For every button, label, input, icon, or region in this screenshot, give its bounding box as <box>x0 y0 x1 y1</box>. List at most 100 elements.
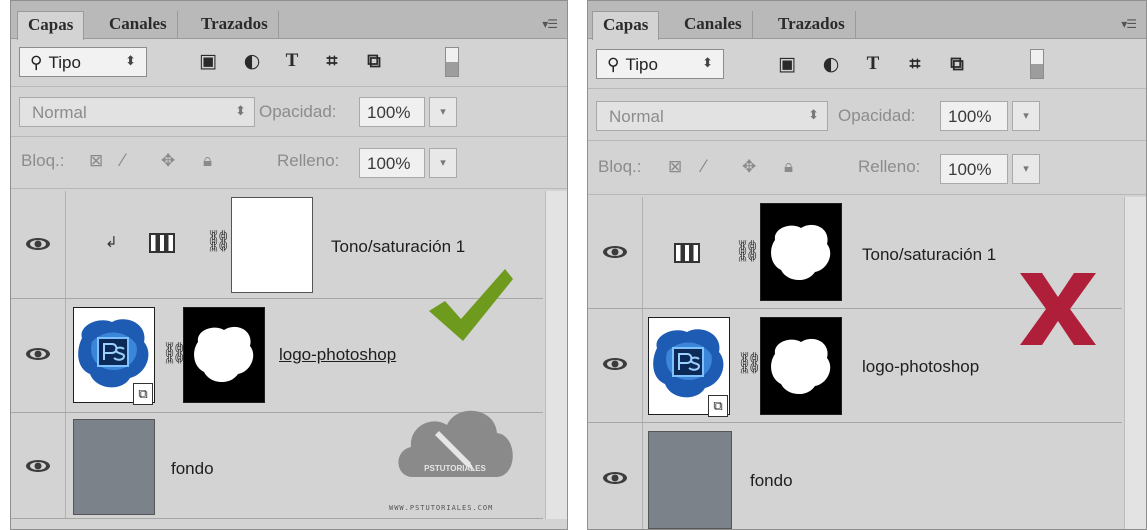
shape-filter-icon[interactable]: ⌗ <box>904 53 926 75</box>
layer-name: logo-photoshop <box>862 357 980 376</box>
tab-capas[interactable]: Capas <box>592 11 660 40</box>
filter-row: ⚲ Tipo ⬍ ▣ ◐ T ⌗ ⧉ <box>588 39 1146 89</box>
scrollbar-track[interactable] <box>545 191 567 519</box>
search-icon: ⚲ <box>607 55 620 74</box>
panel-tab-bar: Capas Canales Trazados ▾☰ <box>588 1 1146 40</box>
fill-input[interactable]: 100% <box>359 148 425 178</box>
blend-mode-value: Normal <box>609 107 664 126</box>
checkmark-icon <box>429 269 513 341</box>
eye-icon[interactable] <box>25 347 51 361</box>
blend-row: Normal ⬍ Opacidad: 100% ▾ <box>11 87 567 137</box>
select-arrows-icon: ⬍ <box>808 107 819 122</box>
kind-filter-value: Tipo <box>48 53 81 72</box>
eye-icon[interactable] <box>25 459 51 473</box>
checkmark-shape <box>429 269 513 341</box>
layers-panel-correct: Capas Canales Trazados ▾☰ ⚲ Tipo ⬍ ▣ ◐ T … <box>10 0 568 530</box>
smart-object-badge-icon: ⧉ <box>708 395 728 417</box>
layer-name: fondo <box>750 471 793 490</box>
blend-mode-value: Normal <box>32 103 87 122</box>
fill-label: Relleno: <box>277 151 340 170</box>
layer-name: Tono/saturación 1 <box>862 245 997 264</box>
visibility-column <box>588 197 643 308</box>
lock-all-icon[interactable]: 🔒︎ <box>784 157 793 177</box>
smart-object-filter-icon[interactable]: ⧉ <box>946 53 968 75</box>
search-icon: ⚲ <box>30 53 43 72</box>
opacity-label: Opacidad: <box>259 102 337 121</box>
type-filter-icon[interactable]: T <box>281 50 303 72</box>
type-filter-icon[interactable]: T <box>862 53 884 75</box>
white-layer-mask-thumbnail[interactable] <box>231 197 313 293</box>
kind-filter-value: Tipo <box>625 55 658 74</box>
chain-link-icon[interactable]: ⛓︎ <box>205 229 232 254</box>
cross-mark-icon <box>1020 273 1096 345</box>
panel-menu-icon[interactable]: ▾☰ <box>1121 17 1137 31</box>
fill-label: Relleno: <box>858 157 921 176</box>
chain-link-icon[interactable]: ⛓︎ <box>734 239 761 264</box>
adjustment-filter-icon[interactable]: ◐ <box>241 50 263 72</box>
background-thumbnail[interactable] <box>73 419 155 515</box>
background-thumbnail[interactable] <box>648 431 732 529</box>
lock-row: Bloq.: ⊠ ⁄ ✥ 🔒︎ Relleno: 100% ▾ <box>588 141 1146 195</box>
visibility-column <box>588 423 643 529</box>
smart-object-badge-icon: ⧉ <box>133 383 153 405</box>
tab-canales[interactable]: Canales <box>99 11 178 39</box>
mask-shape-image <box>771 338 831 395</box>
fill-dropdown-button[interactable]: ▾ <box>429 148 457 178</box>
kind-filter-select[interactable]: ⚲ Tipo ⬍ <box>596 49 724 79</box>
eye-icon[interactable] <box>602 245 628 259</box>
layer-row[interactable]: fondo <box>588 423 1122 529</box>
mask-shape-image <box>194 326 254 383</box>
lock-image-pixels-icon[interactable]: ⁄ <box>702 157 705 177</box>
opacity-input[interactable]: 100% <box>359 97 425 127</box>
opacity-label: Opacidad: <box>838 106 916 125</box>
layer-mask-thumbnail[interactable] <box>760 317 842 415</box>
lock-position-icon[interactable]: ✥ <box>742 157 756 177</box>
filter-toggle-switch[interactable] <box>445 47 459 77</box>
smart-object-filter-icon[interactable]: ⧉ <box>363 50 385 72</box>
blend-mode-select[interactable]: Normal ⬍ <box>596 101 828 131</box>
panel-tab-bar: Capas Canales Trazados ▾☰ <box>11 1 567 40</box>
tab-trazados[interactable]: Trazados <box>768 11 856 39</box>
tab-canales[interactable]: Canales <box>674 11 753 39</box>
visibility-column <box>11 191 66 298</box>
scrollbar-track[interactable] <box>1124 197 1146 529</box>
pixel-filter-icon[interactable]: ▣ <box>776 53 798 75</box>
chain-link-icon[interactable]: ⛓︎ <box>736 351 763 376</box>
pixel-filter-icon[interactable]: ▣ <box>197 50 219 72</box>
tab-capas[interactable]: Capas <box>17 11 85 40</box>
filter-row: ⚲ Tipo ⬍ ▣ ◐ T ⌗ ⧉ <box>11 39 567 87</box>
layer-name: Tono/saturación 1 <box>331 237 466 256</box>
lock-transparent-pixels-icon[interactable]: ⊠ <box>668 157 682 177</box>
lock-position-icon[interactable]: ✥ <box>161 151 175 171</box>
tab-trazados[interactable]: Trazados <box>191 11 279 39</box>
lock-all-icon[interactable]: 🔒︎ <box>203 151 212 171</box>
layer-name: fondo <box>171 459 214 478</box>
fill-dropdown-button[interactable]: ▾ <box>1012 154 1040 184</box>
layer-mask-thumbnail[interactable] <box>183 307 265 403</box>
lock-transparent-pixels-icon[interactable]: ⊠ <box>89 151 103 171</box>
panel-menu-icon[interactable]: ▾☰ <box>542 17 558 31</box>
filter-toggle-switch[interactable] <box>1030 49 1044 79</box>
opacity-dropdown-button[interactable]: ▾ <box>429 97 457 127</box>
cross-mark-shape <box>1020 273 1096 345</box>
opacity-dropdown-button[interactable]: ▾ <box>1012 101 1040 131</box>
lock-label: Bloq.: <box>21 151 65 170</box>
kind-filter-select[interactable]: ⚲ Tipo ⬍ <box>19 47 147 77</box>
opacity-input[interactable]: 100% <box>940 101 1008 131</box>
visibility-column <box>11 299 66 412</box>
clipping-arrow-icon: ↲ <box>105 233 118 251</box>
adjustment-filter-icon[interactable]: ◐ <box>820 53 842 75</box>
eye-icon[interactable] <box>602 471 628 485</box>
eye-icon[interactable] <box>25 237 51 251</box>
layers-panel-incorrect: Capas Canales Trazados ▾☰ ⚲ Tipo ⬍ ▣ ◐ T … <box>587 0 1147 530</box>
mask-shape-image <box>771 224 831 281</box>
blend-mode-select[interactable]: Normal ⬍ <box>19 97 255 127</box>
layer-mask-thumbnail[interactable] <box>760 203 842 301</box>
shape-filter-icon[interactable]: ⌗ <box>321 50 343 72</box>
lock-image-pixels-icon[interactable]: ⁄ <box>121 151 124 171</box>
svg-text:PSTUTORIALES: PSTUTORIALES <box>424 464 486 473</box>
fill-input[interactable]: 100% <box>940 154 1008 184</box>
visibility-column <box>588 309 643 422</box>
eye-icon[interactable] <box>602 357 628 371</box>
layer-name: logo-photoshop <box>279 345 397 364</box>
